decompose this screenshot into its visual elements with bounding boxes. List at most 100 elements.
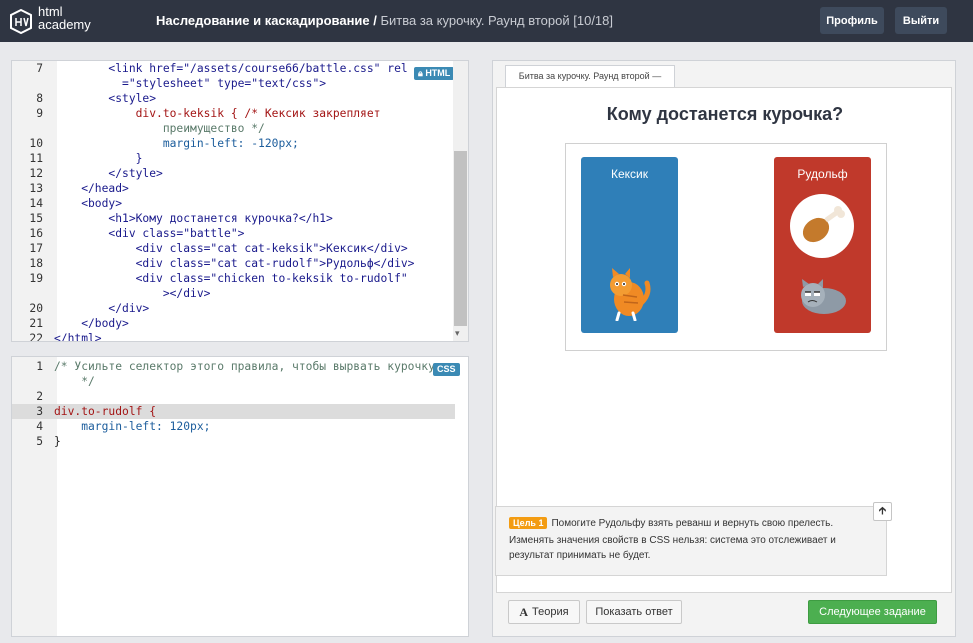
goal-text-3: результат принимать не будет.: [509, 550, 651, 561]
cat-keksik-label: Кексик: [610, 167, 648, 181]
line-number: 20: [29, 302, 43, 315]
logo-text[interactable]: html academy: [38, 5, 91, 31]
code-text: */: [54, 375, 95, 388]
arrow-up-icon: 🡱: [878, 505, 887, 517]
html-editor[interactable]: 7 <link href="/assets/course66/battle.cs…: [11, 60, 469, 342]
cat-keksik: Кексик: [581, 157, 678, 333]
css-editor[interactable]: 1 /* Усильте селектор этого правила, чтоб…: [11, 356, 469, 637]
line-number: 15: [29, 212, 43, 225]
code-line[interactable]: 9 div.to-keksik { /* Кексик закрепляет: [12, 106, 455, 121]
collapse-goal-button[interactable]: 🡱: [873, 502, 892, 521]
code-text: </style>: [54, 167, 163, 180]
orange-cat-icon: [610, 268, 651, 321]
code-line[interactable]: 8 <style>: [12, 91, 455, 106]
code-line[interactable]: 11 }: [12, 151, 455, 166]
scroll-down-icon[interactable]: ▾: [455, 328, 460, 339]
html-badge-label: HTML: [425, 68, 451, 78]
code-line[interactable]: 17 <div class="cat cat-keksik">Кексик</d…: [12, 241, 455, 256]
code-text: <div class="cat cat-rudolf">Рудольф</div…: [54, 257, 415, 270]
line-number: 7: [36, 62, 43, 75]
code-text: div.to-rudolf {: [54, 405, 157, 418]
code-line[interactable]: 4 margin-left: 120px;: [12, 419, 455, 434]
logo-icon[interactable]: [10, 9, 32, 34]
chicken-leg-icon: [790, 194, 854, 258]
line-number: 18: [29, 257, 43, 270]
code-text: </div>: [54, 302, 150, 315]
breadcrumb-progress: [10/18]: [573, 13, 614, 28]
code-text: <div class="chicken to-keksik to-rudolf": [54, 272, 408, 285]
code-line[interactable]: 1 /* Усильте селектор этого правила, чтоб…: [12, 359, 455, 374]
code-line[interactable]: */: [12, 374, 455, 389]
next-task-button[interactable]: Следующее задание: [808, 600, 937, 624]
preview-tab[interactable]: Битва за курочку. Раунд второй —: [505, 65, 675, 87]
theory-icon: A: [519, 604, 529, 619]
goal-box: Цель 1 Помогите Рудольфу взять реванш и в…: [495, 506, 887, 576]
preview-heading: Кому достанется курочка?: [606, 104, 844, 124]
code-line[interactable]: 18 <div class="cat cat-rudolf">Рудольф</…: [12, 256, 455, 271]
code-text: <body>: [54, 197, 123, 210]
html-editor-scrollbar[interactable]: ▾: [453, 61, 468, 341]
line-number: 4: [36, 420, 43, 433]
line-number: 11: [29, 152, 43, 165]
code-line[interactable]: 20 </div>: [12, 301, 455, 316]
code-text: margin-left: 120px;: [54, 420, 211, 433]
logout-button[interactable]: Выйти: [895, 7, 947, 34]
code-text: </html>: [54, 332, 102, 342]
profile-button[interactable]: Профиль: [820, 7, 884, 34]
code-line[interactable]: 22 </html>: [12, 331, 455, 342]
code-line[interactable]: 5}: [12, 434, 455, 449]
breadcrumb: Наследование и каскадирование / Битва за…: [156, 13, 613, 28]
line-number: 14: [29, 197, 43, 210]
code-line[interactable]: ></div>: [12, 286, 455, 301]
show-answer-button[interactable]: Показать ответ: [586, 600, 682, 624]
line-number: 17: [29, 242, 43, 255]
code-line[interactable]: 10 margin-left: -120px;: [12, 136, 455, 151]
code-line[interactable]: 16 <div class="battle">: [12, 226, 455, 241]
logo-line-2: academy: [38, 17, 91, 32]
top-header: html academy Наследование и каскадирован…: [0, 0, 973, 42]
line-number: 5: [36, 435, 43, 448]
goal-text-1: Помогите Рудольфу взять реванш и вернуть…: [551, 518, 834, 529]
line-number: 21: [29, 317, 43, 330]
line-number: 1: [36, 360, 43, 373]
code-line[interactable]: 15 <h1>Кому достанется курочка?</h1>: [12, 211, 455, 226]
code-line[interactable]: 7 <link href="/assets/course66/battle.cs…: [12, 61, 455, 76]
scrollbar-thumb[interactable]: [454, 151, 467, 326]
line-number: 9: [36, 107, 43, 120]
html-badge: 🔒︎ HTML: [414, 67, 455, 80]
code-text: ></div>: [54, 287, 211, 300]
line-number: 12: [29, 167, 43, 180]
breadcrumb-section[interactable]: Наследование и каскадирование /: [156, 13, 377, 28]
code-text: <div class="battle">: [54, 227, 245, 240]
line-number: 19: [29, 272, 43, 285]
line-number: 3: [36, 405, 43, 418]
code-line[interactable]: преимущество */: [12, 121, 455, 136]
cat-rudolf-label: Рудольф: [797, 167, 848, 181]
code-text: </head>: [54, 182, 129, 195]
code-text: }: [54, 152, 143, 165]
code-line[interactable]: ="stylesheet" type="text/css">: [12, 76, 455, 91]
code-text: <div class="cat cat-keksik">Кексик</div>: [54, 242, 408, 255]
line-number: 8: [36, 92, 43, 105]
line-number: 22: [29, 332, 43, 342]
code-text: </body>: [54, 317, 129, 330]
code-line[interactable]: 2: [12, 389, 455, 404]
lock-icon: 🔒︎: [418, 68, 423, 78]
code-text: ="stylesheet" type="text/css">: [54, 77, 327, 90]
battle-area: Кексик Рудольф: [565, 143, 887, 351]
code-text: <link href="/assets/course66/battle.css"…: [54, 62, 408, 75]
code-line[interactable]: 13 </head>: [12, 181, 455, 196]
theory-button-label: Теория: [532, 606, 569, 618]
theory-button[interactable]: A Теория: [508, 600, 580, 624]
code-text: margin-left: -120px;: [54, 137, 299, 150]
goal-line-1: Цель 1 Помогите Рудольфу взять реванш и в…: [509, 517, 833, 529]
goal-text-2: Изменять значения свойств в CSS нельзя: …: [509, 535, 836, 546]
code-line[interactable]: 19 <div class="chicken to-keksik to-rudo…: [12, 271, 455, 286]
code-text: <style>: [54, 92, 157, 105]
code-line[interactable]: 21 </body>: [12, 316, 455, 331]
code-text: преимущество */: [54, 122, 265, 135]
code-line[interactable]: 3 div.to-rudolf {: [12, 404, 455, 419]
code-line[interactable]: 14 <body>: [12, 196, 455, 211]
line-number: 13: [29, 182, 43, 195]
code-line[interactable]: 12 </style>: [12, 166, 455, 181]
